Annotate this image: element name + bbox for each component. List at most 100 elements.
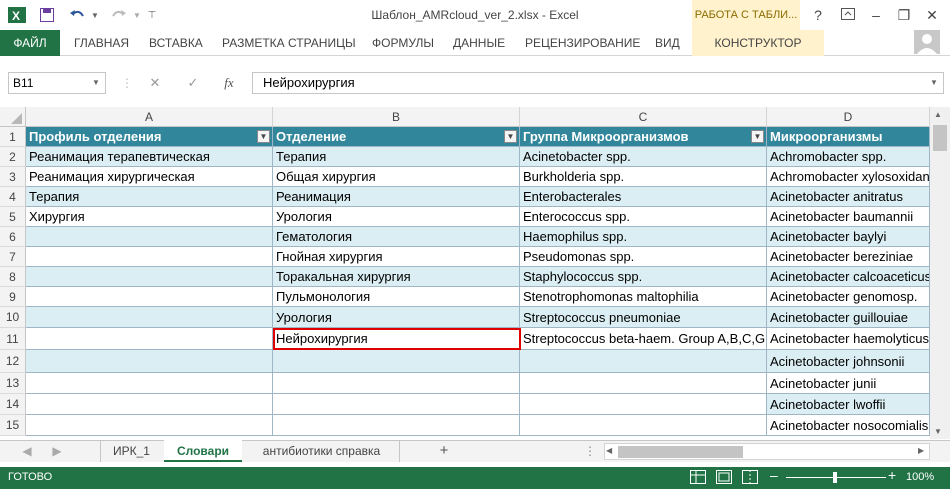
row-header-12[interactable]: 12 bbox=[0, 350, 26, 373]
table-header-cell-b[interactable]: Отделение ▼ bbox=[273, 127, 520, 147]
row-header-15[interactable]: 15 bbox=[0, 415, 26, 436]
row-header-4[interactable]: 4 bbox=[0, 187, 26, 207]
table-cell-a14[interactable] bbox=[26, 394, 273, 415]
tab-insert[interactable]: ВСТАВКА bbox=[149, 30, 203, 56]
table-cell-d4[interactable]: Acinetobacter anitratus bbox=[767, 187, 930, 207]
table-cell-c6[interactable]: Haemophilus spp. bbox=[520, 227, 767, 247]
minimize-button[interactable]: – bbox=[864, 4, 888, 26]
table-cell-d15[interactable]: Acinetobacter nosocomialis bbox=[767, 415, 930, 436]
scroll-down-icon[interactable]: ▼ bbox=[934, 427, 942, 436]
table-header-cell-a[interactable]: Профиль отделения ▼ bbox=[26, 127, 273, 147]
tab-review[interactable]: РЕЦЕНЗИРОВАНИЕ bbox=[525, 30, 640, 56]
formula-input[interactable]: Нейрохирургия bbox=[252, 72, 944, 94]
row-header-13[interactable]: 13 bbox=[0, 373, 26, 394]
vertical-scrollbar[interactable] bbox=[930, 107, 950, 439]
tab-data[interactable]: ДАННЫЕ bbox=[453, 30, 505, 56]
table-header-cell-c[interactable]: Группа Микроорганизмов ▼ bbox=[520, 127, 767, 147]
table-cell-b5[interactable]: Урология bbox=[273, 207, 520, 227]
table-cell-a8[interactable] bbox=[26, 267, 273, 287]
zoom-level[interactable]: 100% bbox=[906, 471, 934, 483]
tab-page-layout[interactable]: РАЗМЕТКА СТРАНИЦЫ bbox=[222, 30, 356, 56]
table-header-cell-d[interactable]: Микроорганизмы bbox=[767, 127, 930, 147]
table-cell-c14[interactable] bbox=[520, 394, 767, 415]
table-cell-d14[interactable]: Acinetobacter lwoffii bbox=[767, 394, 930, 415]
scroll-left-icon[interactable]: ◀ bbox=[606, 446, 612, 455]
page-layout-view-icon[interactable] bbox=[716, 470, 734, 486]
tab-view[interactable]: ВИД bbox=[655, 30, 680, 56]
column-header-a[interactable]: A bbox=[26, 107, 273, 127]
filter-dropdown-icon[interactable]: ▼ bbox=[751, 130, 764, 143]
tab-file[interactable]: ФАЙЛ bbox=[0, 30, 60, 56]
table-cell-d3[interactable]: Achromobacter xylosoxidans bbox=[767, 167, 930, 187]
table-cell-c4[interactable]: Enterobacterales bbox=[520, 187, 767, 207]
insert-function-button[interactable]: fx bbox=[220, 74, 238, 92]
vertical-scroll-thumb[interactable] bbox=[933, 125, 947, 151]
column-header-b[interactable]: B bbox=[273, 107, 520, 127]
row-header-8[interactable]: 8 bbox=[0, 267, 26, 287]
confirm-entry-icon[interactable]: ✓ bbox=[184, 74, 202, 92]
table-cell-d8[interactable]: Acinetobacter calcoaceticus bbox=[767, 267, 930, 287]
help-button[interactable]: ? bbox=[806, 4, 830, 26]
select-all-corner[interactable] bbox=[0, 107, 26, 127]
expand-formula-bar-icon[interactable]: ▼ bbox=[930, 78, 938, 87]
table-cell-b2[interactable]: Терапия bbox=[273, 147, 520, 167]
table-cell-b12[interactable] bbox=[273, 350, 520, 373]
table-cell-c12[interactable] bbox=[520, 350, 767, 373]
row-header-14[interactable]: 14 bbox=[0, 394, 26, 415]
tab-design[interactable]: КОНСТРУКТОР bbox=[692, 30, 824, 56]
sheet-tab-slovari[interactable]: Словари bbox=[164, 440, 242, 462]
table-cell-b14[interactable] bbox=[273, 394, 520, 415]
table-cell-a5[interactable]: Хирургия bbox=[26, 207, 273, 227]
scroll-right-icon[interactable]: ▶ bbox=[918, 446, 924, 455]
table-cell-a2[interactable]: Реанимация терапевтическая bbox=[26, 147, 273, 167]
table-cell-b8[interactable]: Торакальная хирургия bbox=[273, 267, 520, 287]
table-cell-d12[interactable]: Acinetobacter johnsonii bbox=[767, 350, 930, 373]
table-cell-a13[interactable] bbox=[26, 373, 273, 394]
table-cell-c8[interactable]: Staphylococcus spp. bbox=[520, 267, 767, 287]
table-cell-a4[interactable]: Терапия bbox=[26, 187, 273, 207]
row-header-6[interactable]: 6 bbox=[0, 227, 26, 247]
user-avatar-icon[interactable] bbox=[914, 30, 940, 54]
formula-bar-grip-icon[interactable]: ⋮ bbox=[121, 76, 133, 90]
name-box-dropdown-icon[interactable]: ▼ bbox=[92, 78, 100, 87]
tab-split-grip-icon[interactable]: ⋮ bbox=[584, 444, 598, 458]
row-header-11[interactable]: 11 bbox=[0, 328, 26, 350]
table-cell-a12[interactable] bbox=[26, 350, 273, 373]
normal-view-icon[interactable] bbox=[690, 470, 708, 486]
zoom-out-button[interactable]: – bbox=[770, 467, 778, 483]
table-cell-d11[interactable]: Acinetobacter haemolyticus bbox=[767, 328, 930, 350]
table-cell-a9[interactable] bbox=[26, 287, 273, 307]
table-cell-b4[interactable]: Реанимация bbox=[273, 187, 520, 207]
table-cell-c7[interactable]: Pseudomonas spp. bbox=[520, 247, 767, 267]
table-cell-a6[interactable] bbox=[26, 227, 273, 247]
filter-dropdown-icon[interactable]: ▼ bbox=[257, 130, 270, 143]
row-header-1[interactable]: 1 bbox=[0, 127, 26, 147]
table-cell-c13[interactable] bbox=[520, 373, 767, 394]
column-header-c[interactable]: C bbox=[520, 107, 767, 127]
row-header-7[interactable]: 7 bbox=[0, 247, 26, 267]
table-cell-b6[interactable]: Гематология bbox=[273, 227, 520, 247]
table-cell-b15[interactable] bbox=[273, 415, 520, 436]
sheet-tab-irk1[interactable]: ИРК_1 bbox=[100, 440, 162, 462]
table-cell-d10[interactable]: Acinetobacter guillouiae bbox=[767, 307, 930, 328]
prev-sheet-icon[interactable]: ◀ bbox=[18, 440, 36, 462]
column-header-d[interactable]: D bbox=[767, 107, 930, 127]
table-cell-a7[interactable] bbox=[26, 247, 273, 267]
table-cell-d9[interactable]: Acinetobacter genomosp. bbox=[767, 287, 930, 307]
next-sheet-icon[interactable]: ▶ bbox=[48, 440, 66, 462]
sheet-tab-antibiotics[interactable]: антибиотики справка bbox=[244, 440, 400, 462]
tab-formulas[interactable]: ФОРМУЛЫ bbox=[372, 30, 434, 56]
table-cell-a15[interactable] bbox=[26, 415, 273, 436]
table-cell-b7[interactable]: Гнойная хирургия bbox=[273, 247, 520, 267]
scroll-up-icon[interactable]: ▲ bbox=[934, 110, 942, 119]
table-cell-c3[interactable]: Burkholderia spp. bbox=[520, 167, 767, 187]
table-cell-b9[interactable]: Пульмонология bbox=[273, 287, 520, 307]
table-cell-d13[interactable]: Acinetobacter junii bbox=[767, 373, 930, 394]
table-cell-d5[interactable]: Acinetobacter baumannii bbox=[767, 207, 930, 227]
cancel-entry-icon[interactable]: ✕ bbox=[146, 74, 164, 92]
table-cell-a11[interactable] bbox=[26, 328, 273, 350]
table-cell-c15[interactable] bbox=[520, 415, 767, 436]
new-sheet-button[interactable]: + bbox=[434, 440, 454, 462]
table-cell-c5[interactable]: Enterococcus spp. bbox=[520, 207, 767, 227]
tab-home[interactable]: ГЛАВНАЯ bbox=[74, 30, 129, 56]
